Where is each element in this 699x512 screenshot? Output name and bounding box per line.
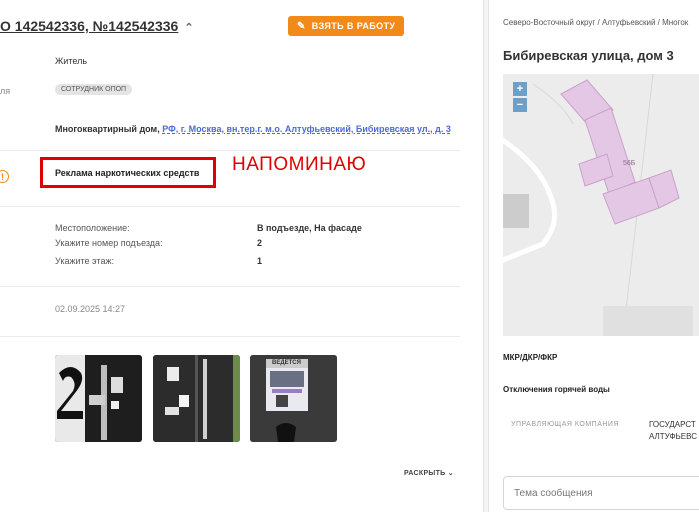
side-label-fragment: ля	[0, 86, 11, 96]
object-address: Многоквартирный дом, РФ, г. Москва, вн.т…	[55, 124, 451, 134]
map-canvas	[503, 74, 699, 336]
message-subject-input[interactable]: Тема сообщения	[503, 476, 699, 510]
chevron-down-icon: ⌄	[447, 470, 454, 477]
request-details-panel: О 142542336, №142542336 ⌃ ✎ ВЗЯТЬ В РАБОТ…	[0, 0, 484, 512]
chevron-up-icon[interactable]: ⌃	[184, 21, 193, 34]
expand-label: РАСКРЫТЬ	[404, 470, 446, 477]
warning-icon: !	[0, 170, 9, 183]
request-title[interactable]: О 142542336, №142542336 ⌃	[0, 18, 194, 34]
mgmt-company-label: УПРАВЛЯЮЩАЯ КОМПАНИЯ	[511, 421, 620, 428]
poster-text: ВЕДЕТСЯ	[272, 360, 301, 366]
photo-thumbnail[interactable]: ВЕДЕТСЯ	[250, 355, 337, 442]
address-link[interactable]: РФ, г. Москва, вн.тер.г. м.о. Алтуфьевск…	[162, 124, 451, 134]
request-date: 02.09.2025 14:27	[55, 304, 126, 314]
photo-1-image	[55, 355, 142, 442]
object-address-title: Бибиревская улица, дом 3	[503, 48, 674, 63]
role-chip: СОТРУДНИК ОПОП	[55, 84, 133, 95]
reminder-annotation: НАПОМИНАЮ	[232, 154, 367, 175]
request-title-text: О 142542336, №142542336	[0, 18, 179, 34]
detail-value-entrance: 2	[257, 238, 263, 248]
mgmt-company-value-1: ГОСУДАРСТ	[649, 420, 696, 429]
detail-label-entrance: Укажите номер подъезда:	[55, 238, 163, 248]
map-building-label: 56Б	[623, 160, 636, 167]
map-view[interactable]: 56Б + −	[503, 74, 699, 336]
divider	[0, 286, 460, 287]
divider	[0, 206, 460, 207]
category-highlight-box: Реклама наркотических средств	[40, 157, 216, 188]
breadcrumb[interactable]: Северо-Восточный округ / Алтуфьевский / …	[503, 18, 688, 27]
detail-label-floor: Укажите этаж:	[55, 256, 114, 266]
applicant-type: Житель	[55, 56, 88, 66]
hot-water-label: Отключения горячей воды	[503, 385, 610, 394]
photo-3-image	[250, 355, 337, 442]
divider	[0, 336, 460, 337]
take-to-work-button[interactable]: ✎ ВЗЯТЬ В РАБОТУ	[288, 16, 405, 36]
category-text: Реклама наркотических средств	[55, 167, 200, 178]
zoom-in-icon[interactable]: +	[513, 82, 527, 96]
photo-thumbnail[interactable]	[153, 355, 240, 442]
building-type: Многоквартирный дом,	[55, 124, 160, 134]
mkr-label: МКР/ДКР/ФКР	[503, 353, 558, 362]
message-subject-placeholder: Тема сообщения	[514, 487, 593, 499]
object-info-panel: Северо-Восточный округ / Алтуфьевский / …	[488, 0, 699, 512]
divider	[0, 150, 460, 151]
zoom-out-icon[interactable]: −	[513, 98, 527, 112]
detail-value-floor: 1	[257, 256, 263, 266]
pencil-icon: ✎	[297, 20, 306, 32]
take-to-work-label: ВЗЯТЬ В РАБОТУ	[311, 21, 396, 31]
mgmt-company-value-2: АЛТУФЬЕВС	[649, 432, 697, 441]
photo-2-image	[153, 355, 240, 442]
detail-value-location: В подъезде, На фасаде	[257, 223, 362, 233]
photo-thumbnail[interactable]	[55, 355, 142, 442]
detail-label-location: Местоположение:	[55, 223, 130, 233]
expand-button[interactable]: РАСКРЫТЬ ⌄	[404, 469, 454, 477]
